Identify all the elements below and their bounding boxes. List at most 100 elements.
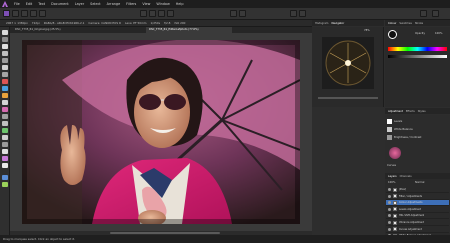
develop-persona-icon[interactable] (21, 10, 28, 17)
inpainting-brush-icon[interactable] (2, 135, 8, 140)
layer-row[interactable]: HSL Shift Adjustment (386, 213, 449, 220)
layer-row[interactable]: Curves Adjustment (386, 227, 449, 233)
menu-window[interactable]: Window (156, 2, 169, 6)
assistant-icon[interactable] (420, 10, 427, 17)
layer-visibility-icon[interactable] (388, 194, 391, 198)
colour-spectrum[interactable] (388, 47, 447, 51)
menu-file[interactable]: File (14, 2, 20, 6)
adjustment-item-brightness[interactable]: Brightness / Contrast (387, 134, 448, 141)
photo-canvas-image[interactable] (22, 40, 300, 224)
tone-mapping-persona-icon[interactable] (30, 10, 37, 17)
layer-visibility-icon[interactable] (388, 214, 391, 218)
tab-adjustment[interactable]: Adjustment (388, 110, 403, 113)
layer-name: HSL Shift Adjustment (399, 214, 425, 218)
export-persona-icon[interactable] (39, 10, 46, 17)
menu-arrange[interactable]: Arrange (107, 2, 121, 6)
adjustment-label-curves: Curves (387, 164, 397, 167)
shutter-info: 1/250s (150, 21, 161, 25)
menu-view[interactable]: View (142, 2, 150, 6)
auto-contrast-icon[interactable] (149, 10, 156, 17)
menu-text[interactable]: Text (38, 2, 45, 6)
colour-picker-icon[interactable] (2, 79, 8, 84)
tab-effects[interactable]: Effects (406, 110, 415, 113)
liquify-persona-icon[interactable] (12, 10, 19, 17)
navigator-zoom-value[interactable]: 78% (364, 29, 370, 32)
menu-document[interactable]: Document (51, 2, 69, 6)
pen-tool-icon[interactable] (2, 149, 8, 154)
layer-name: Curves Adjustment (399, 227, 422, 231)
tab-channels[interactable]: Channels (400, 175, 412, 178)
colour-opacity-value[interactable]: 100% (435, 32, 442, 35)
view-tool-icon[interactable] (2, 37, 8, 42)
arrange-icon[interactable] (299, 10, 306, 17)
layer-row[interactable]: (Pixel) (386, 187, 449, 193)
layer-name: (Pixel) (399, 188, 407, 191)
text-tool-icon[interactable] (2, 163, 8, 168)
layers-blend-mode[interactable]: Normal (415, 181, 424, 184)
tab-navigator[interactable]: Navigator (331, 22, 344, 25)
clone-brush-icon[interactable] (2, 121, 8, 126)
gradient-tool-icon[interactable] (2, 93, 8, 98)
layer-row[interactable]: Colour Adjustments (386, 200, 449, 207)
layer-visibility-icon[interactable] (388, 227, 391, 231)
fill-tool-icon[interactable] (2, 86, 8, 91)
menu-filters[interactable]: Filters (126, 2, 136, 6)
adjustment-item-levels[interactable]: Levels (387, 118, 448, 125)
auto-levels-icon[interactable] (140, 10, 147, 17)
auto-colors-icon[interactable] (158, 10, 165, 17)
background-colour-icon[interactable] (2, 182, 8, 187)
blur-brush-icon[interactable] (2, 142, 8, 147)
menu-edit[interactable]: Edit (26, 2, 33, 6)
navigator-preview[interactable] (322, 37, 374, 89)
layer-row[interactable]: Filter / Adjustments (386, 194, 449, 200)
erase-brush-icon[interactable] (2, 107, 8, 112)
auto-white-balance-icon[interactable] (167, 10, 174, 17)
view-mode-icon[interactable] (432, 10, 439, 17)
adjustment-preview-thumb[interactable] (389, 147, 401, 159)
healing-brush-icon[interactable] (2, 128, 8, 133)
layer-visibility-icon[interactable] (388, 188, 391, 191)
tab-layers[interactable]: Layers (388, 175, 397, 178)
layer-row[interactable]: Levels Adjustment (386, 207, 449, 213)
navigator-zoom-slider[interactable] (318, 97, 378, 99)
menu-select[interactable]: Select (90, 2, 100, 6)
layer-visibility-icon[interactable] (388, 201, 391, 205)
tab-swatches[interactable]: Swatches (399, 22, 411, 25)
colour-wheel-icon[interactable] (388, 30, 397, 39)
layer-thumbnail (393, 200, 397, 205)
adjustment-label-brightness: Brightness / Contrast (394, 136, 422, 139)
crop-tool-icon[interactable] (2, 44, 8, 49)
adjustment-label-white-balance: White Balance (394, 128, 413, 131)
selection-mode-icon[interactable] (230, 10, 237, 17)
quick-mask-icon[interactable] (239, 10, 246, 17)
adjustment-label-levels: Levels (394, 120, 403, 123)
adjustment-item-white-balance[interactable]: White Balance (387, 126, 448, 133)
tab-colour[interactable]: Colour (388, 22, 396, 25)
status-bar: Drag to marquee select. Click an object … (0, 235, 450, 243)
photo-persona-icon[interactable] (3, 10, 10, 17)
scrollbar-thumb[interactable] (110, 232, 220, 234)
freehand-select-icon[interactable] (2, 72, 8, 77)
move-tool-icon[interactable] (2, 30, 8, 35)
paint-brush-icon[interactable] (2, 100, 8, 105)
menu-help[interactable]: Help (176, 2, 184, 6)
layer-visibility-icon[interactable] (388, 207, 391, 211)
top-toolbar (0, 8, 450, 20)
shape-tool-icon[interactable] (2, 156, 8, 161)
tab-histogram[interactable]: Histogram (315, 22, 328, 25)
layer-name: Levels Adjustment (399, 207, 422, 211)
snapping-icon[interactable] (290, 10, 297, 17)
marquee-tool-icon[interactable] (2, 65, 8, 70)
flood-select-icon[interactable] (2, 58, 8, 63)
foreground-colour-icon[interactable] (2, 175, 8, 180)
dodge-brush-icon[interactable] (2, 114, 8, 119)
adjustment-item-curves[interactable]: Curves (387, 162, 448, 169)
menu-layer[interactable]: Layer (75, 2, 84, 6)
colour-swatch-row[interactable] (388, 55, 447, 58)
layer-row[interactable]: Vibrance Adjustment (386, 220, 449, 226)
layers-opacity-value[interactable]: 100% (388, 181, 395, 184)
tab-stroke[interactable]: Stroke (415, 22, 423, 25)
layer-visibility-icon[interactable] (388, 221, 391, 224)
selection-brush-icon[interactable] (2, 51, 8, 56)
tab-styles[interactable]: Styles (418, 110, 426, 113)
